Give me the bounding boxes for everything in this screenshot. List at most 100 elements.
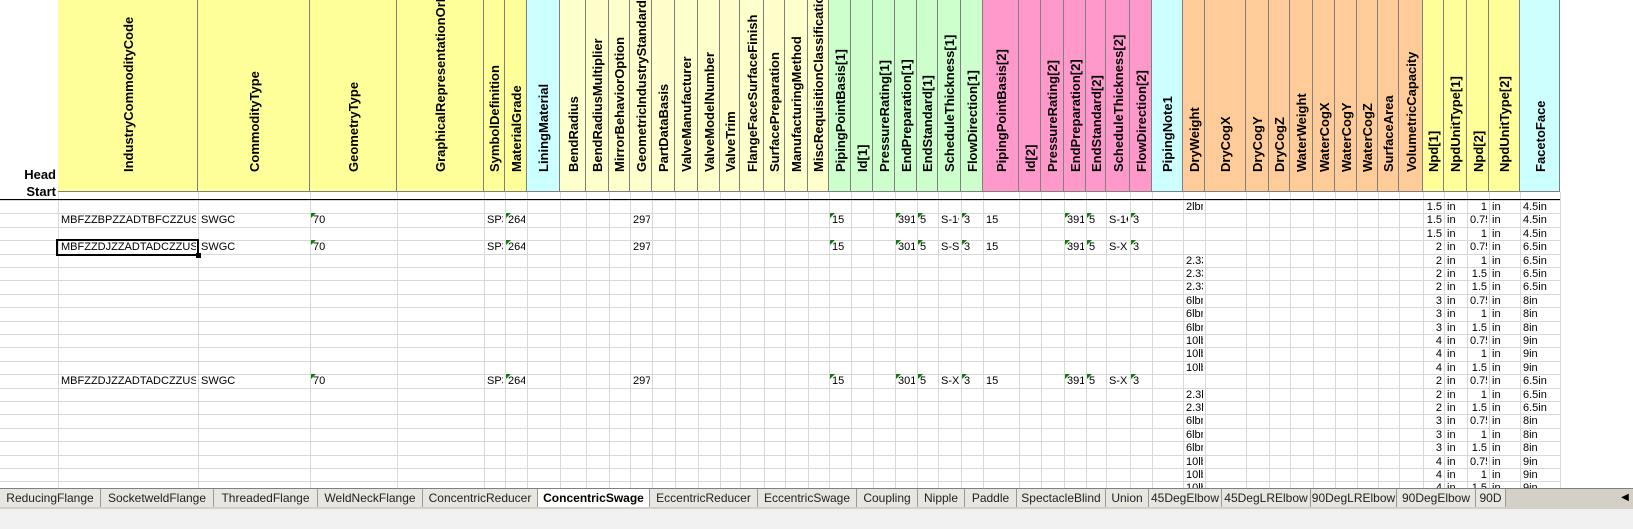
table-cell[interactable]: 6lbm: [1186, 322, 1203, 335]
table-cell[interactable]: 2.33: [1186, 281, 1203, 294]
table-cell[interactable]: 8in: [1523, 415, 1558, 428]
table-cell[interactable]: 2.33: [1186, 255, 1203, 268]
column-header[interactable]: GraphicalRepresentationOrNot: [397, 0, 484, 192]
table-cell[interactable]: 9in: [1523, 362, 1558, 375]
column-header[interactable]: EndStandard[2]: [1086, 0, 1106, 192]
table-cell[interactable]: 4: [1426, 362, 1442, 375]
column-header[interactable]: FlowDirection[2]: [1130, 0, 1152, 192]
table-cell[interactable]: 2lbm: [1186, 201, 1203, 214]
table-cell[interactable]: 297: [633, 241, 650, 254]
table-cell[interactable]: 297: [633, 375, 650, 388]
table-cell[interactable]: S-X: [1109, 241, 1128, 254]
table-cell[interactable]: 0.75: [1470, 375, 1487, 388]
column-header[interactable]: PipingPointBasis[2]: [983, 0, 1019, 192]
table-cell[interactable]: 1: [1470, 228, 1487, 241]
table-cell[interactable]: SP3: [487, 375, 503, 388]
column-header[interactable]: Npd[2]: [1467, 0, 1489, 192]
tab-scroll-left-icon[interactable]: ◀: [1617, 489, 1633, 507]
table-cell[interactable]: 2.33: [1186, 268, 1203, 281]
column-header[interactable]: SymbolDefinition: [484, 0, 505, 192]
column-header[interactable]: WaterCogX: [1313, 0, 1335, 192]
table-cell[interactable]: 8in: [1523, 308, 1558, 321]
sheet-tab[interactable]: ThreadedFlange: [214, 489, 318, 507]
table-cell[interactable]: S-1€: [1109, 214, 1128, 227]
table-cell[interactable]: 0.75: [1470, 415, 1487, 428]
sheet-tab[interactable]: 90D: [1476, 489, 1506, 507]
table-cell[interactable]: 2: [1426, 281, 1442, 294]
table-cell[interactable]: 4.5in: [1523, 201, 1558, 214]
table-cell[interactable]: 4: [1426, 469, 1442, 482]
table-cell[interactable]: 8in: [1523, 429, 1558, 442]
table-cell[interactable]: 4: [1426, 348, 1442, 361]
column-header[interactable]: ValveTrim: [720, 0, 740, 192]
column-header[interactable]: WaterCogY: [1335, 0, 1357, 192]
sheet-tab[interactable]: Union: [1106, 489, 1149, 507]
table-cell[interactable]: in: [1492, 469, 1518, 482]
sheet-tab[interactable]: Paddle: [965, 489, 1017, 507]
table-cell[interactable]: 4: [1426, 456, 1442, 469]
column-header[interactable]: FlangeFaceSurfaceFinish: [740, 0, 764, 192]
table-cell[interactable]: SP3: [487, 214, 503, 227]
table-cell[interactable]: in: [1447, 335, 1465, 348]
table-cell[interactable]: 4.5in: [1523, 214, 1558, 227]
table-cell[interactable]: 15: [986, 241, 1017, 254]
table-cell[interactable]: 10lb: [1186, 456, 1203, 469]
column-header[interactable]: Id[1]: [851, 0, 873, 192]
table-cell[interactable]: in: [1492, 268, 1518, 281]
column-header[interactable]: MiscRequisitionClassification: [808, 0, 829, 192]
sheet-tab[interactable]: ConcentricSwage: [538, 489, 650, 507]
table-cell[interactable]: 1.5: [1470, 362, 1487, 375]
table-cell[interactable]: 6lbm: [1186, 415, 1203, 428]
column-header[interactable]: ManufacturingMethod: [785, 0, 808, 192]
table-cell[interactable]: SWGC: [201, 214, 308, 227]
column-header[interactable]: LiningMaterial: [527, 0, 560, 192]
table-cell[interactable]: 6.5in: [1523, 375, 1558, 388]
table-cell[interactable]: MBFZZDJZZADTADCZZUS: [61, 375, 196, 388]
table-cell[interactable]: 1.5: [1470, 322, 1487, 335]
table-cell[interactable]: 6lbm: [1186, 429, 1203, 442]
sheet-tab[interactable]: Coupling: [857, 489, 918, 507]
table-cell[interactable]: 8in: [1523, 295, 1558, 308]
table-cell[interactable]: 70: [313, 214, 395, 227]
column-header[interactable]: FacetoFace: [1520, 0, 1560, 192]
table-cell[interactable]: 1: [1470, 429, 1487, 442]
column-header[interactable]: PressureRating[2]: [1041, 0, 1064, 192]
table-cell[interactable]: 2: [1426, 241, 1442, 254]
table-cell[interactable]: in: [1447, 241, 1465, 254]
column-header[interactable]: VolumetricCapacity: [1399, 0, 1423, 192]
table-cell[interactable]: in: [1447, 415, 1465, 428]
table-cell[interactable]: 2: [1426, 268, 1442, 281]
table-cell[interactable]: 3: [1426, 429, 1442, 442]
column-header[interactable]: BendRadius: [560, 0, 586, 192]
table-cell[interactable]: 1: [1470, 308, 1487, 321]
table-cell[interactable]: in: [1492, 308, 1518, 321]
table-cell[interactable]: in: [1492, 389, 1518, 402]
table-cell[interactable]: 0.75: [1470, 214, 1487, 227]
table-cell[interactable]: S-X: [941, 375, 959, 388]
table-cell[interactable]: 9in: [1523, 348, 1558, 361]
table-cell[interactable]: 0.75: [1470, 295, 1487, 308]
table-cell[interactable]: 10lb: [1186, 469, 1203, 482]
sheet-tab[interactable]: ConcentricReducer: [423, 489, 538, 507]
table-cell[interactable]: in: [1447, 322, 1465, 335]
table-cell[interactable]: 2.3lt: [1186, 402, 1203, 415]
table-cell[interactable]: in: [1492, 214, 1518, 227]
column-header[interactable]: ScheduleThickness[1]: [938, 0, 961, 192]
worksheet-grid[interactable]: Head Start IndustryCommodityCode Commodit…: [0, 0, 1633, 509]
column-header[interactable]: IndustryCommodityCode: [58, 0, 198, 192]
table-cell[interactable]: 9in: [1523, 456, 1558, 469]
table-cell[interactable]: 0.75: [1470, 241, 1487, 254]
table-cell[interactable]: in: [1492, 295, 1518, 308]
sheet-tab[interactable]: 45DegElbow: [1149, 489, 1222, 507]
column-header[interactable]: EndStandard[1]: [917, 0, 938, 192]
table-cell[interactable]: in: [1447, 255, 1465, 268]
column-header[interactable]: PartDataBasis: [652, 0, 675, 192]
sheet-tab[interactable]: ReducingFlange: [0, 489, 101, 507]
column-header[interactable]: NpdUnitType[1]: [1444, 0, 1467, 192]
table-cell[interactable]: 1.5: [1426, 214, 1442, 227]
column-header[interactable]: DryCogZ: [1269, 0, 1290, 192]
table-cell[interactable]: 6.5in: [1523, 402, 1558, 415]
column-header[interactable]: GeometryType: [310, 0, 397, 192]
column-header[interactable]: PipingPointBasis[1]: [829, 0, 851, 192]
table-cell[interactable]: 2: [1426, 255, 1442, 268]
